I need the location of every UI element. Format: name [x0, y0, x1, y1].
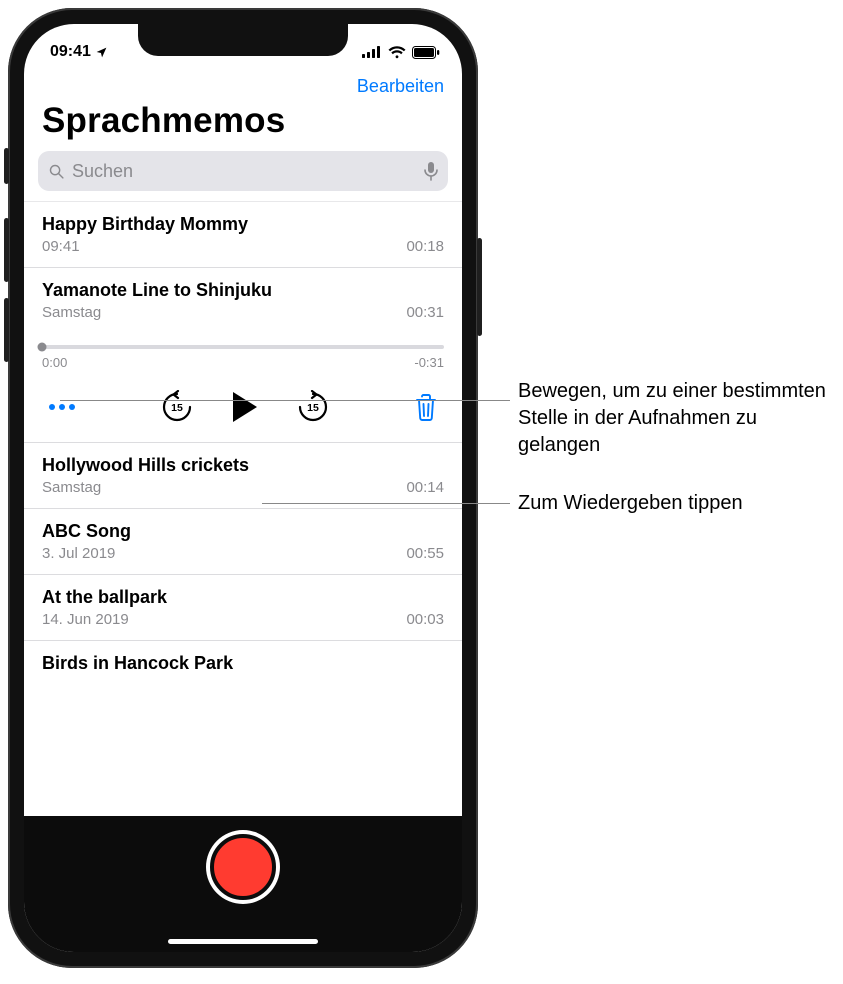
svg-text:15: 15: [171, 402, 183, 414]
memo-title: Hollywood Hills crickets: [42, 455, 444, 476]
scrubber-remaining: -0:31: [414, 355, 444, 370]
record-button[interactable]: [210, 834, 276, 900]
memo-duration: 00:18: [406, 238, 444, 255]
memo-title: At the ballpark: [42, 587, 444, 608]
record-bar: [24, 816, 462, 952]
play-icon[interactable]: [230, 390, 260, 424]
memo-duration: 00:03: [406, 611, 444, 628]
memo-title: Birds in Hancock Park: [42, 653, 444, 674]
memo-row[interactable]: Happy Birthday Mommy 09:41 00:18: [24, 201, 462, 268]
search-icon: [48, 163, 65, 180]
memo-subtitle: Samstag: [42, 479, 101, 496]
memo-duration: 00:14: [406, 479, 444, 496]
memo-duration: 00:31: [406, 304, 444, 321]
side-button: [477, 238, 482, 336]
back-15-icon[interactable]: 15: [160, 390, 194, 424]
screen: 09:41: [24, 24, 462, 952]
notch: [138, 24, 348, 56]
memo-row-selected[interactable]: Yamanote Line to Shinjuku Samstag 00:31: [24, 268, 462, 327]
side-button: [4, 148, 9, 184]
memo-title: ABC Song: [42, 521, 444, 542]
edit-button[interactable]: Bearbeiten: [357, 76, 444, 97]
side-button: [4, 218, 9, 282]
fwd-15-icon[interactable]: 15: [296, 390, 330, 424]
callout-scrub: Bewegen, um zu einer bestimmten Stelle i…: [518, 378, 838, 459]
scrubber-position: 0:00: [42, 355, 67, 370]
memo-list: Happy Birthday Mommy 09:41 00:18 Yamanot…: [24, 201, 462, 681]
memo-subtitle: Samstag: [42, 304, 101, 321]
search-field[interactable]: [38, 151, 448, 191]
callout-leader: [262, 503, 510, 504]
memo-row[interactable]: ABC Song 3. Jul 2019 00:55: [24, 509, 462, 575]
svg-text:15: 15: [307, 402, 319, 414]
nav-bar: Bearbeiten: [24, 70, 462, 99]
dictation-icon[interactable]: [424, 162, 438, 181]
memo-subtitle: 14. Jun 2019: [42, 611, 129, 628]
scrubber[interactable]: [42, 345, 444, 349]
trash-icon[interactable]: [414, 393, 438, 421]
memo-row[interactable]: Hollywood Hills crickets Samstag 00:14: [24, 443, 462, 509]
playback-controls: 15 15: [24, 370, 462, 443]
page-title: Sprachmemos: [24, 99, 462, 151]
cellular-icon: [362, 46, 382, 58]
home-indicator[interactable]: [168, 939, 318, 944]
memo-title: Yamanote Line to Shinjuku: [42, 280, 444, 301]
memo-subtitle: 3. Jul 2019: [42, 545, 115, 562]
status-time: 09:41: [50, 43, 91, 61]
memo-duration: 00:55: [406, 545, 444, 562]
scrubber-track: [42, 345, 444, 349]
memo-row[interactable]: At the ballpark 14. Jun 2019 00:03: [24, 575, 462, 641]
scrubber-times: 0:00 -0:31: [42, 355, 444, 370]
phone-frame: 09:41: [8, 8, 478, 968]
callout-play: Zum Wiedergeben tippen: [518, 490, 838, 517]
callout-leader: [60, 400, 510, 401]
side-button: [4, 298, 9, 362]
scrubber-thumb[interactable]: [38, 343, 47, 352]
memo-row[interactable]: Birds in Hancock Park: [24, 641, 462, 681]
search-input[interactable]: [72, 161, 417, 182]
wifi-icon: [388, 46, 406, 59]
battery-icon: [412, 46, 440, 59]
memo-subtitle: 09:41: [42, 238, 80, 255]
more-icon[interactable]: [48, 403, 76, 411]
memo-title: Happy Birthday Mommy: [42, 214, 444, 235]
location-icon: [95, 46, 108, 59]
